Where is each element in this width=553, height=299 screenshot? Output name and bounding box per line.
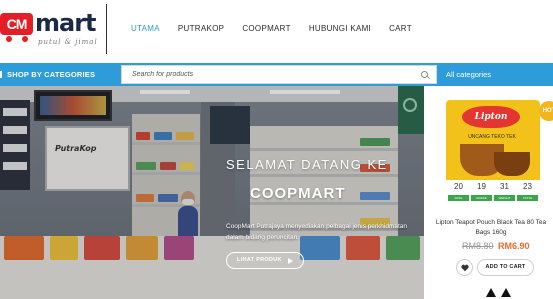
hero-banner: PutraKop SELAMAT DATANG KE COOPMART Coop… (0, 86, 424, 299)
nav-item-hubungi-kami[interactable]: HUBUNGI KAMI (309, 22, 371, 38)
search-icon[interactable] (421, 71, 428, 78)
teapot-icon (494, 152, 530, 176)
wishlist-button[interactable] (456, 259, 473, 276)
price-sale: RM6.90 (498, 241, 530, 251)
nav-item-utama[interactable]: UTAMA (131, 22, 160, 38)
logo-mark: CM (0, 13, 33, 35)
search-box (121, 65, 437, 84)
cart-wheels-icon (0, 35, 33, 43)
menu-icon (0, 71, 4, 78)
lihat-produk-label: LIHAT PRODUK (237, 257, 282, 263)
main-nav: UTAMA PUTRAKOP COOPMART HUBUNGI KAMI CAR… (131, 22, 430, 38)
nav-item-cart[interactable]: CART (389, 22, 412, 38)
coopmart-logo[interactable]: CM mart putul & jimal (0, 7, 100, 47)
package-number: 19 (477, 182, 486, 191)
heart-icon (461, 264, 469, 272)
site-header: CM mart putul & jimal UTAMA PUTRAKOP COO… (0, 0, 553, 63)
category-select[interactable]: All categories (437, 63, 553, 86)
hero-title-brand: COOPMART (250, 185, 346, 202)
product-image[interactable]: Lipton UNCANG TEKO TEK 20 19 31 23 DATE … (446, 100, 540, 204)
header-divider (106, 4, 107, 54)
package-tag: GRADE (471, 195, 492, 201)
nav-item-putrakop[interactable]: PUTRAKOP (178, 22, 224, 38)
price-original: RM8.80 (462, 241, 494, 251)
add-to-cart-button[interactable]: ADD TO CART (477, 259, 534, 276)
hero-title: SELAMAT DATANG KE (226, 157, 388, 172)
package-number: 31 (500, 182, 509, 191)
compare-icon[interactable] (484, 286, 514, 299)
logo-tagline: putul & jimal (38, 38, 98, 46)
nav-item-coopmart[interactable]: COOPMART (242, 22, 290, 38)
package-tag: DATE (448, 195, 469, 201)
search-input[interactable] (122, 66, 418, 83)
product-name[interactable]: Lipton Teapot Pouch Black Tea 80 Tea Bag… (432, 218, 550, 238)
package-line: UNCANG TEKO TEK (468, 134, 516, 140)
hot-badge: HOT (539, 101, 553, 121)
category-bar: SHOP BY CATEGORIES All categories (0, 63, 553, 86)
package-number: 23 (523, 182, 532, 191)
lihat-produk-button[interactable]: LIHAT PRODUK (226, 252, 304, 269)
shop-by-categories-label: SHOP BY CATEGORIES (7, 70, 96, 79)
arrow-right-icon (288, 258, 293, 264)
package-tag: TASTE (517, 195, 538, 201)
shop-by-categories-button[interactable]: SHOP BY CATEGORIES (0, 63, 120, 86)
hero-description: CoopMart Putrajaya menyediakan pelbagai … (226, 223, 408, 241)
hero-overlay (0, 86, 424, 299)
package-number: 20 (454, 182, 463, 191)
product-brand-label: Lipton (462, 106, 520, 128)
logo-wordmark: mart (35, 9, 97, 37)
package-tag: WEIGHT (494, 195, 515, 201)
product-card: Lipton UNCANG TEKO TEK 20 19 31 23 DATE … (424, 86, 553, 299)
